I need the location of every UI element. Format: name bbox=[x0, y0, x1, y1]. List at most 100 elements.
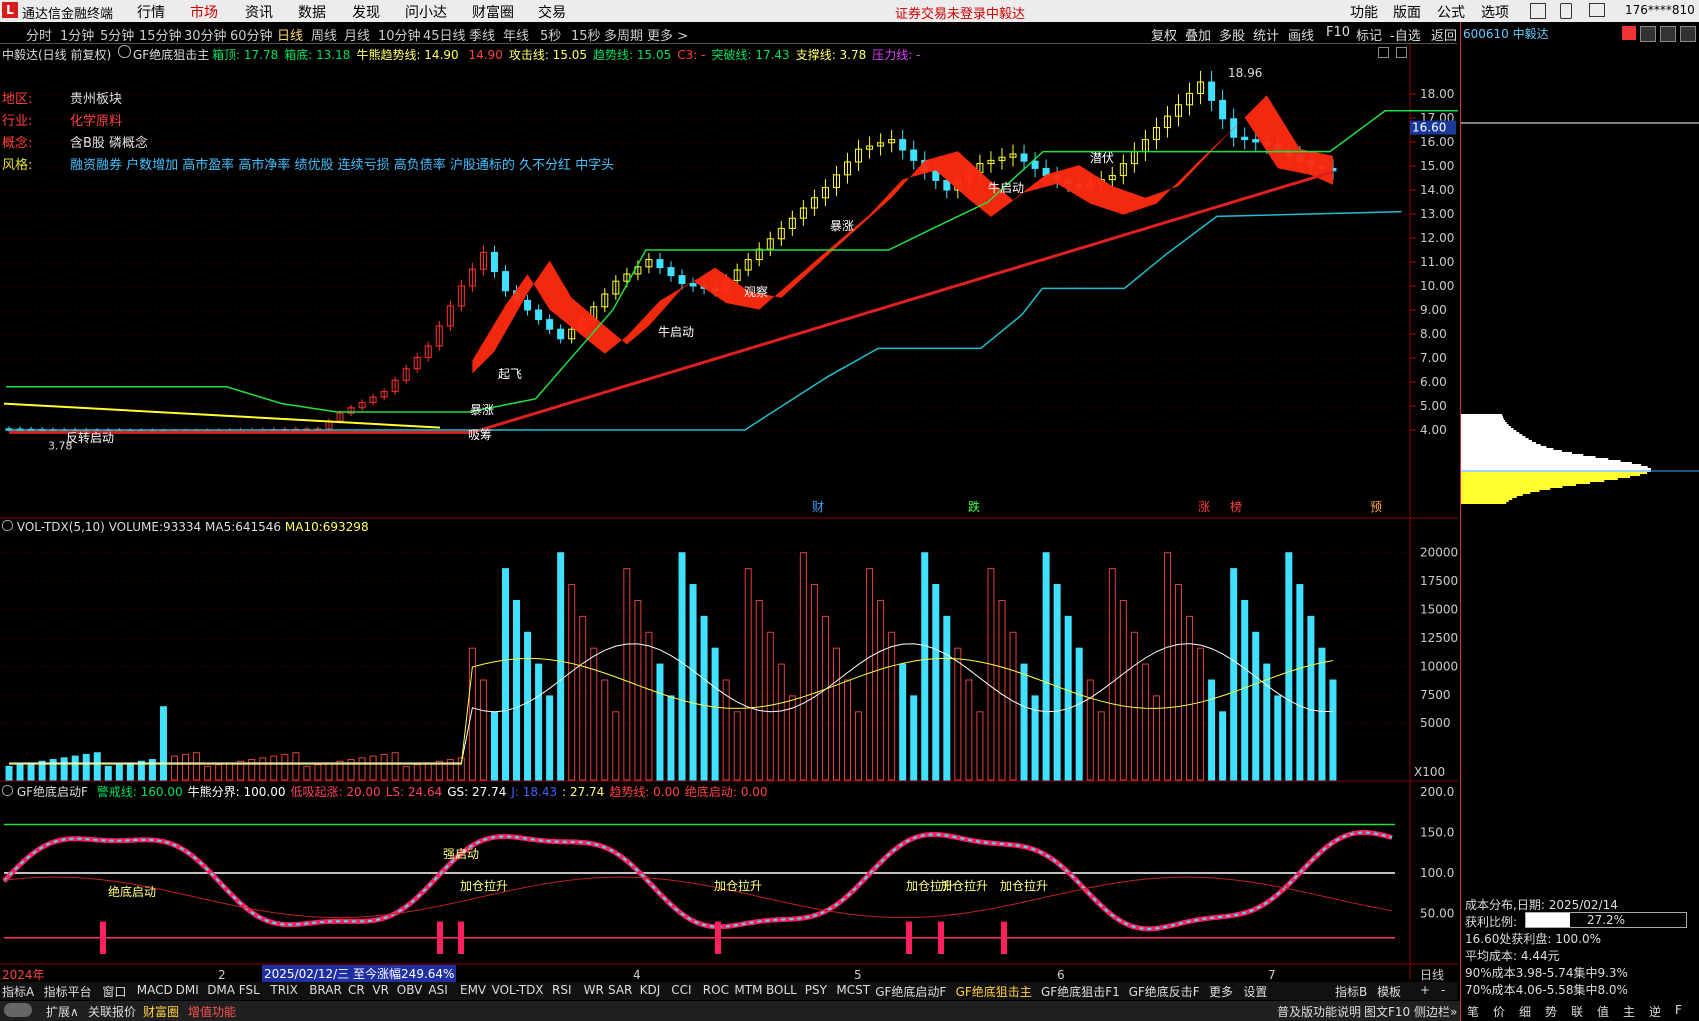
period-tab[interactable]: 15秒 bbox=[571, 25, 601, 44]
indicator-tab-26[interactable]: GF绝底狙击主 bbox=[956, 983, 1032, 1000]
menu-layout[interactable]: 版面 bbox=[1393, 2, 1421, 22]
indicator-tab-3[interactable]: MACD bbox=[137, 983, 173, 997]
indicator-tab-20[interactable]: ROC bbox=[703, 983, 729, 997]
indicator-tab-21[interactable]: MTM bbox=[734, 983, 762, 997]
panel-maximize-icon[interactable] bbox=[1378, 47, 1389, 58]
menu-options[interactable]: 选项 bbox=[1481, 2, 1509, 22]
period-tab[interactable]: 5秒 bbox=[540, 25, 561, 44]
chip-tab-4[interactable]: 联 bbox=[1571, 1003, 1583, 1020]
indicator-tab-29[interactable]: 更多 bbox=[1209, 983, 1233, 1000]
indicator-tab-17[interactable]: SAR bbox=[608, 983, 632, 997]
concept-value[interactable]: 含B股 磷概念 bbox=[70, 132, 148, 151]
volume-indicator-name[interactable]: VOL-TDX(5,10) bbox=[17, 520, 105, 534]
period-tab[interactable]: 30分钟 bbox=[184, 25, 227, 44]
toggle-switch[interactable] bbox=[4, 1003, 32, 1017]
period-tab[interactable]: 季线 bbox=[469, 25, 495, 44]
status-help[interactable]: 普及版功能说明 bbox=[1277, 1003, 1361, 1020]
chip-tab-3[interactable]: 势 bbox=[1545, 1003, 1557, 1020]
indicator-tab-24[interactable]: MCST bbox=[836, 983, 870, 997]
tab-right-1[interactable]: 模板 bbox=[1377, 983, 1401, 1000]
indicator-tab-7[interactable]: TRIX bbox=[270, 983, 297, 997]
menu-item-quotes[interactable]: 行情 bbox=[137, 2, 165, 22]
menu-item-data[interactable]: 数据 bbox=[298, 2, 326, 22]
menu-item-wealth[interactable]: 财富圈 bbox=[472, 2, 514, 22]
period-tab[interactable]: 10分钟 bbox=[378, 25, 421, 44]
trade-login-notice[interactable]: 证券交易未登录 bbox=[895, 3, 986, 22]
message-icon[interactable] bbox=[1589, 3, 1605, 17]
menu-item-discover[interactable]: 发现 bbox=[352, 2, 380, 22]
osc-indicator-name[interactable]: GF绝底启动F bbox=[17, 785, 88, 799]
tool-mark[interactable]: 标记 bbox=[1356, 25, 1382, 44]
indicator-tab-25[interactable]: GF绝底启动F bbox=[875, 983, 946, 1000]
gear-icon[interactable] bbox=[2, 785, 13, 796]
period-tab[interactable]: 年线 bbox=[503, 25, 529, 44]
tool-overlay[interactable]: 叠加 bbox=[1185, 25, 1211, 44]
indicator-tab-19[interactable]: CCI bbox=[671, 983, 691, 997]
period-label[interactable]: 日线 bbox=[1420, 966, 1444, 983]
tool-adjust[interactable]: 复权 bbox=[1151, 25, 1177, 44]
region-value[interactable]: 贵州板块 bbox=[70, 88, 122, 107]
chip-tab-0[interactable]: 笔 bbox=[1467, 1003, 1479, 1020]
status-f10[interactable]: 图文F10 bbox=[1364, 1003, 1410, 1020]
period-tab[interactable]: 周线 bbox=[311, 25, 337, 44]
indicator-tab-11[interactable]: OBV bbox=[397, 983, 423, 997]
indicator-tab-12[interactable]: ASI bbox=[428, 983, 447, 997]
period-tab[interactable]: 60分钟 bbox=[230, 25, 273, 44]
status-expand[interactable]: 扩展∧ bbox=[46, 1003, 79, 1020]
status-wealth[interactable]: 财富圈 bbox=[143, 1003, 179, 1020]
phone-icon[interactable] bbox=[1560, 3, 1572, 19]
tab-right-2[interactable]: + bbox=[1420, 983, 1430, 997]
menu-functions[interactable]: 功能 bbox=[1350, 2, 1378, 22]
indicator-tab-30[interactable]: 设置 bbox=[1243, 983, 1267, 1000]
indicator-tab-18[interactable]: KDJ bbox=[640, 983, 661, 997]
period-tab[interactable]: 5分钟 bbox=[100, 25, 134, 44]
indicator-tab-15[interactable]: RSI bbox=[552, 983, 572, 997]
industry-value[interactable]: 化学原料 bbox=[70, 110, 122, 129]
indicator-tab-16[interactable]: WR bbox=[584, 983, 604, 997]
chip-tab-6[interactable]: 主 bbox=[1623, 1003, 1635, 1020]
period-tab[interactable]: 月线 bbox=[344, 25, 370, 44]
period-tab[interactable]: 多周期 bbox=[604, 25, 643, 44]
menu-formula[interactable]: 公式 bbox=[1437, 2, 1465, 22]
flag-icon[interactable] bbox=[1640, 26, 1656, 42]
indicator-tab-8[interactable]: BRAR bbox=[309, 983, 342, 997]
status-sidebar[interactable]: 侧边栏» bbox=[1414, 1003, 1457, 1020]
indicator-tab-4[interactable]: DMI bbox=[176, 983, 199, 997]
indicator-tab-5[interactable]: DMA bbox=[207, 983, 235, 997]
status-valueadd[interactable]: 增值功能 bbox=[188, 1003, 236, 1020]
period-tab-more[interactable]: 更多 > bbox=[647, 25, 688, 44]
tool-watchlist[interactable]: -自选 bbox=[1390, 25, 1421, 44]
period-tab-daily[interactable]: 日线 bbox=[277, 25, 303, 44]
indicator-tab-13[interactable]: EMV bbox=[460, 983, 486, 997]
period-tab[interactable]: 45日线 bbox=[423, 25, 466, 44]
period-tab[interactable]: 分时 bbox=[26, 25, 52, 44]
settings-icon[interactable] bbox=[1680, 26, 1696, 42]
chart-icon[interactable] bbox=[1622, 26, 1636, 40]
indicator-tab-1[interactable]: 指标平台 bbox=[44, 983, 92, 1000]
tab-right-3[interactable]: - bbox=[1441, 983, 1445, 997]
tool-multi[interactable]: 多股 bbox=[1219, 25, 1245, 44]
menu-item-market[interactable]: 市场 bbox=[190, 2, 218, 22]
indicator-tab-6[interactable]: FSL bbox=[239, 983, 260, 997]
tool-f10[interactable]: F10 bbox=[1326, 25, 1350, 40]
grid-icon[interactable] bbox=[1660, 26, 1676, 42]
account-id[interactable]: 176****810 bbox=[1625, 3, 1695, 17]
tool-back[interactable]: 返回 bbox=[1431, 25, 1457, 44]
indicator-name[interactable]: GF绝底狙击主 bbox=[133, 46, 209, 63]
menu-item-news[interactable]: 资讯 bbox=[245, 2, 273, 22]
period-tab[interactable]: 15分钟 bbox=[139, 25, 182, 44]
tool-stats[interactable]: 统计 bbox=[1253, 25, 1279, 44]
indicator-tab-27[interactable]: GF绝底狙击F1 bbox=[1041, 983, 1120, 1000]
tool-draw[interactable]: 画线 bbox=[1288, 25, 1314, 44]
menu-item-trade[interactable]: 交易 bbox=[538, 2, 566, 22]
chip-tab-5[interactable]: 值 bbox=[1597, 1003, 1609, 1020]
indicator-tab-14[interactable]: VOL-TDX bbox=[492, 983, 544, 997]
chip-tab-2[interactable]: 细 bbox=[1519, 1003, 1531, 1020]
indicator-tab-10[interactable]: VR bbox=[372, 983, 389, 997]
chart-area[interactable]: 18.0017.0016.0015.0014.0013.0012.0011.00… bbox=[0, 44, 1458, 982]
indicator-tab-23[interactable]: PSY bbox=[805, 983, 827, 997]
gear-icon[interactable] bbox=[2, 520, 13, 531]
indicator-tab-2[interactable]: 窗口 bbox=[102, 983, 126, 1000]
tab-right-0[interactable]: 指标B bbox=[1335, 983, 1367, 1000]
status-related[interactable]: 关联报价 bbox=[88, 1003, 136, 1020]
